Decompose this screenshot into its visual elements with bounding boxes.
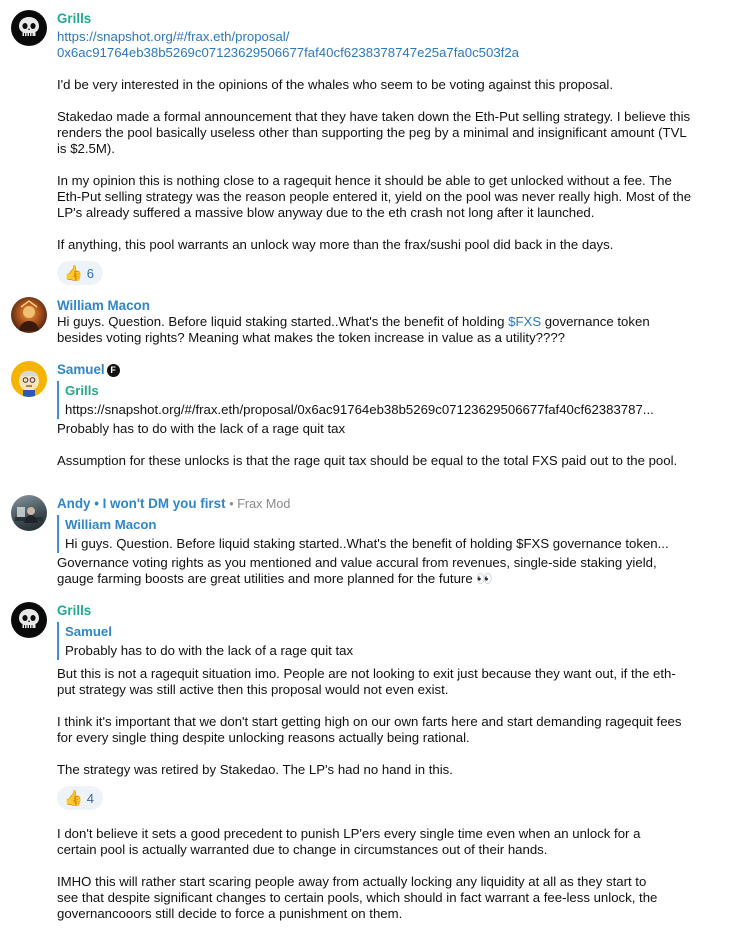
thumbs-up-icon: 👍 (64, 789, 83, 807)
reaction-thumbs-up[interactable]: 👍 6 (57, 261, 103, 285)
message-text: Governance voting rights as you mentione… (57, 555, 657, 586)
author-name[interactable]: William Macon (57, 297, 737, 314)
message-text: Stakedao made a formal announcement that… (57, 109, 691, 156)
message-text: I don't believe it sets a good precedent… (57, 826, 641, 857)
frax-badge-icon: F (106, 364, 120, 377)
reply-text: Probably has to do with the lack of a ra… (65, 643, 354, 658)
reply-quote[interactable]: Samuel Probably has to do with the lack … (57, 622, 737, 660)
token-link[interactable]: $FXS (508, 314, 541, 329)
message-text: But this is not a ragequit situation imo… (57, 666, 676, 697)
reply-quote[interactable]: William Macon Hi guys. Question. Before … (57, 515, 737, 553)
avatar[interactable] (11, 495, 47, 531)
reply-text: https://snapshot.org/#/frax.eth/proposal… (65, 402, 654, 417)
skull-icon (19, 17, 39, 36)
message-text: Hi guys. Question. Before liquid staking… (57, 314, 650, 345)
message-text: I'd be very interested in the opinions o… (57, 77, 613, 92)
avatar[interactable] (11, 297, 47, 333)
message-text: If anything, this pool warrants an unloc… (57, 237, 614, 252)
message-text: I think it's important that we don't sta… (57, 714, 682, 745)
author-name[interactable]: Samuel F (57, 361, 737, 378)
thumbs-up-icon: 👍 (64, 264, 83, 282)
reply-author[interactable]: Grills (65, 381, 737, 400)
reply-quote[interactable]: Grills https://snapshot.org/#/frax.eth/p… (57, 381, 737, 419)
message-text: Probably has to do with the lack of a ra… (57, 421, 346, 436)
message-text: IMHO this will rather start scaring peop… (57, 874, 658, 921)
mod-role-label: • Frax Mod (229, 497, 291, 511)
message-text: The strategy was retired by Stakedao. Th… (57, 762, 453, 777)
author-name[interactable]: Andy • I won't DM you first • Frax Mod (57, 495, 737, 512)
reply-text: Hi guys. Question. Before liquid staking… (65, 536, 669, 551)
cartoon-face-icon (19, 370, 39, 397)
avatar[interactable] (11, 361, 47, 397)
reaction-thumbs-up[interactable]: 👍 4 (57, 786, 103, 810)
message-text: Assumption for these unlocks is that the… (57, 453, 678, 468)
portrait-icon (19, 300, 39, 331)
avatar[interactable] (11, 10, 47, 46)
photo-icon (15, 507, 43, 523)
proposal-link[interactable]: https://snapshot.org/#/frax.eth/proposal… (57, 29, 737, 61)
author-name[interactable]: Grills (57, 10, 737, 27)
skull-icon (19, 609, 39, 628)
avatar[interactable] (11, 602, 47, 638)
reply-author[interactable]: Samuel (65, 622, 737, 641)
author-name[interactable]: Grills (57, 602, 737, 619)
message-text: In my opinion this is nothing close to a… (57, 173, 692, 220)
reply-author[interactable]: William Macon (65, 515, 737, 534)
